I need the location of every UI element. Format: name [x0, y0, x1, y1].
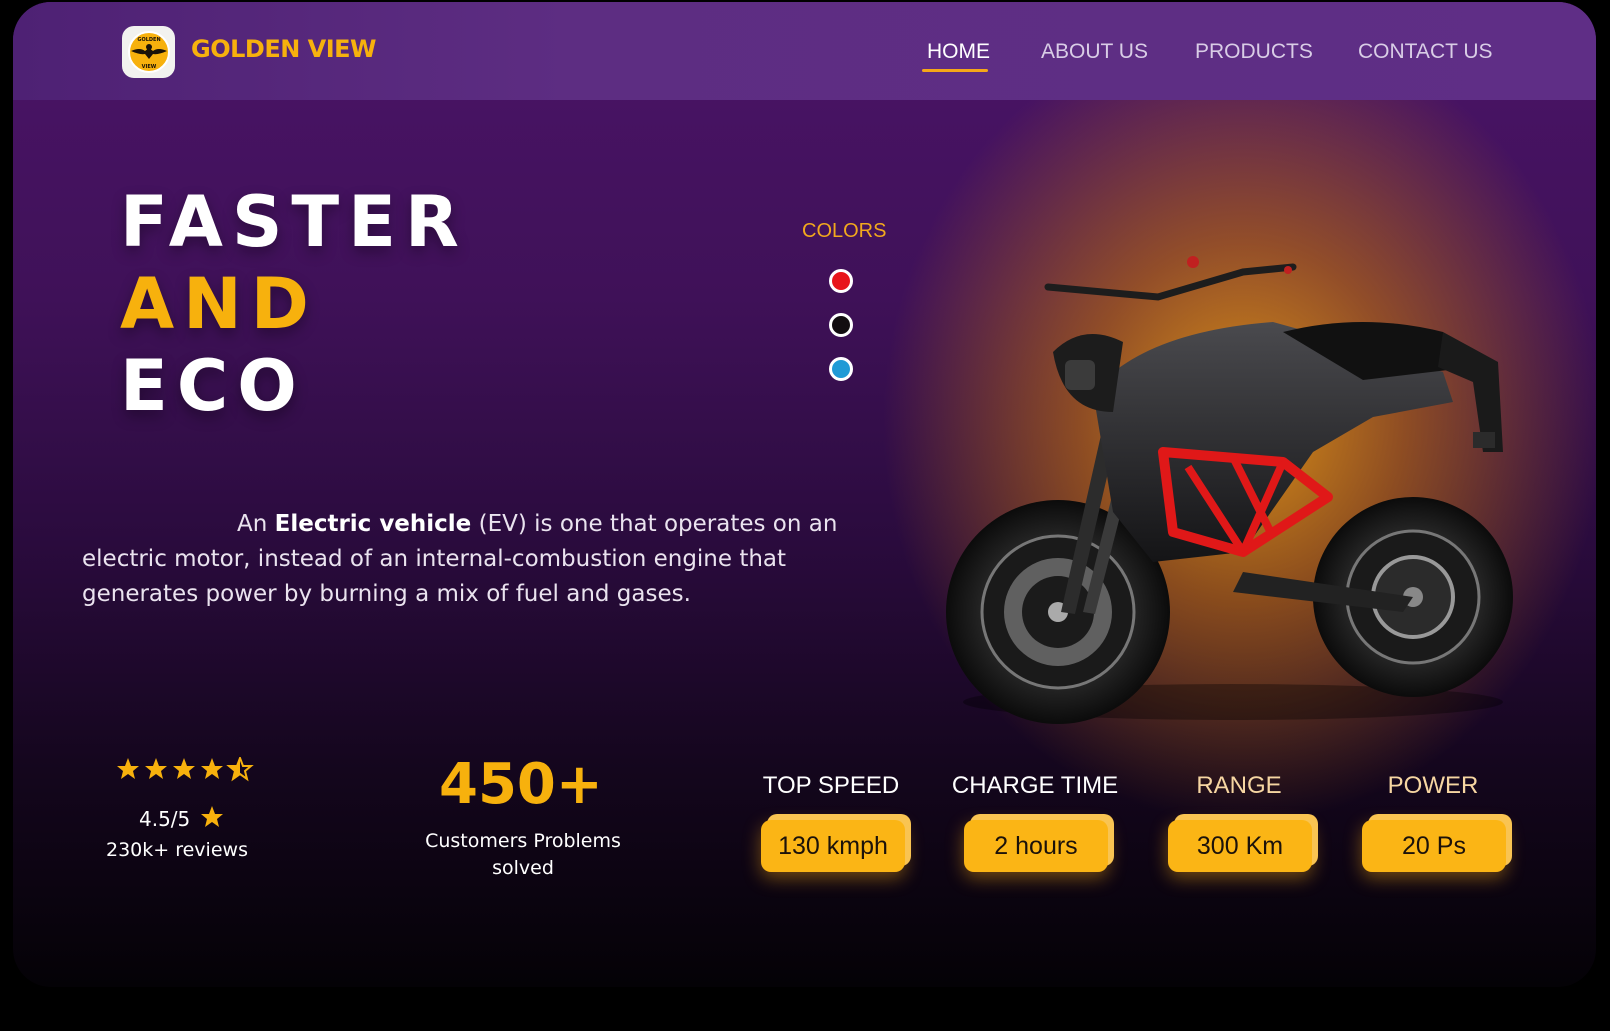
motorcycle-image [946, 256, 1513, 724]
customers-caption: Customers Problems solved [398, 828, 648, 882]
headline-line-3: ECO [120, 345, 306, 427]
spec-value-top-speed: 130 kmph [761, 820, 905, 872]
spec-label-power: POWER [1387, 772, 1479, 799]
headline-line-1: FASTER [120, 181, 468, 263]
logo-text-top: GOLDEN [137, 37, 160, 43]
color-swatch-red[interactable] [829, 269, 853, 293]
color-swatch-black[interactable] [829, 313, 853, 337]
page-frame: GOLDEN VIEW GOLDEN VIEW HOME ABOUT US PR… [13, 2, 1596, 987]
half-star-icon [226, 757, 254, 782]
customers-caption-line-1: Customers Problems [425, 830, 621, 852]
reviews-count: 230k+ reviews [106, 839, 248, 861]
rating-stars [117, 757, 254, 782]
hero-description: An Electric vehicle (EV) is one that ope… [82, 507, 852, 612]
nav-about-us[interactable]: ABOUT US [1041, 40, 1148, 64]
star-icon [117, 758, 139, 779]
colors-label: COLORS [802, 220, 887, 242]
eagle-icon: GOLDEN VIEW [127, 31, 170, 73]
customers-count: 450+ [439, 752, 603, 817]
star-icon [145, 758, 167, 779]
nav-home[interactable]: HOME [927, 40, 990, 64]
description-bold: Electric vehicle [274, 511, 472, 537]
customers-caption-line-2: solved [492, 857, 554, 879]
star-icon [173, 758, 195, 779]
color-swatch-blue[interactable] [829, 357, 853, 381]
star-icon [201, 758, 223, 779]
spec-label-range: RANGE [1196, 772, 1282, 799]
spec-value-charge-time: 2 hours [964, 820, 1108, 872]
star-icon [201, 806, 223, 827]
logo-text-bottom: VIEW [141, 64, 156, 70]
logo[interactable]: GOLDEN VIEW [122, 26, 175, 78]
navbar: GOLDEN VIEW GOLDEN VIEW HOME ABOUT US PR… [13, 2, 1596, 100]
spec-value-range: 300 Km [1168, 820, 1312, 872]
description-prefix: An [237, 511, 275, 537]
nav-products[interactable]: PRODUCTS [1195, 40, 1313, 64]
spec-value-power: 20 Ps [1362, 820, 1506, 872]
spec-label-top-speed: TOP SPEED [762, 772, 900, 799]
nav-active-underline [922, 69, 988, 72]
headline-line-2: AND [120, 263, 318, 345]
spec-label-charge-time: CHARGE TIME [951, 772, 1119, 799]
rating-score: 4.5/5 [139, 807, 191, 831]
brand-name[interactable]: GOLDEN VIEW [191, 35, 377, 63]
nav-contact-us[interactable]: CONTACT US [1358, 40, 1493, 64]
